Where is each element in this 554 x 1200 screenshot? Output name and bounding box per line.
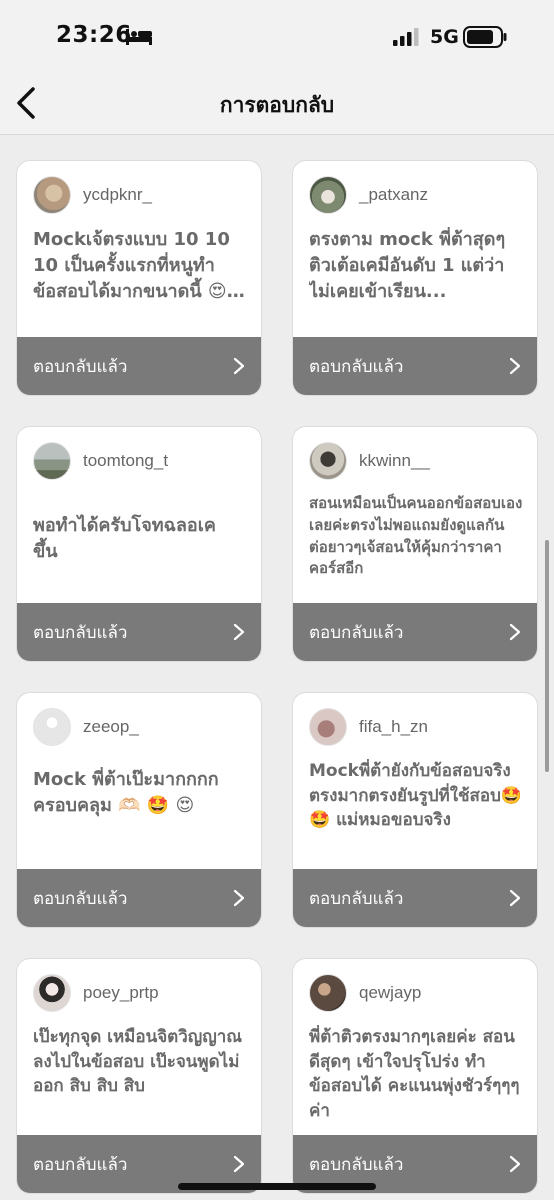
replied-button[interactable]: ตอบกลับแล้ว	[17, 337, 261, 395]
review-card[interactable]: toomtong_t พอทำได้ครับโจทฉลอเคขึ้น ตอบกล…	[16, 426, 262, 662]
replied-label: ตอบกลับแล้ว	[33, 1154, 128, 1175]
avatar	[33, 974, 71, 1012]
card-header: toomtong_t	[33, 441, 251, 481]
card-header: _patxanz	[309, 175, 527, 215]
avatar	[33, 708, 71, 746]
replied-button[interactable]: ตอบกลับแล้ว	[17, 603, 261, 661]
review-card[interactable]: ycdpknr_ Mockเจ้ตรงแบบ 10 10 10 เป็นครั้…	[16, 160, 262, 396]
username: fifa_h_zn	[359, 717, 428, 736]
review-card[interactable]: zeeop_ Mock พี่ต้าเป๊ะมากกกก ครอบคลุม 🫶🏻…	[16, 692, 262, 928]
review-card[interactable]: poey_prtp เป๊ะทุกจุด เหมือนจิตวิญญาณลงไป…	[16, 958, 262, 1194]
review-text: Mock พี่ต้าเป๊ะมากกกก ครอบคลุม 🫶🏻 🤩 😍	[33, 769, 219, 817]
status-bar: 23:26 5G	[0, 0, 554, 75]
status-time: 23:26	[56, 22, 132, 48]
avatar	[33, 176, 71, 214]
chevron-right-icon	[509, 1155, 521, 1173]
username: _patxanz	[359, 185, 428, 204]
card-header: ycdpknr_	[33, 175, 251, 215]
review-text: เป๊ะทุกจุด เหมือนจิตวิญญาณลงไปในข้อสอบ เ…	[33, 1027, 243, 1097]
chevron-right-icon	[233, 357, 245, 375]
username: qewjayp	[359, 983, 422, 1002]
chevron-right-icon	[509, 357, 521, 375]
card-header: qewjayp	[309, 973, 527, 1013]
replied-label: ตอบกลับแล้ว	[309, 622, 404, 643]
username: zeeop_	[83, 717, 139, 736]
review-text: Mockพี่ต้ายังกับข้อสอบจริง ตรงมากตรงยันร…	[309, 761, 523, 831]
card-header: zeeop_	[33, 707, 251, 747]
replied-label: ตอบกลับแล้ว	[33, 888, 128, 909]
chevron-right-icon	[233, 889, 245, 907]
review-text: พี่ต้าติวตรงมากๆเลยค่ะ สอนดีสุดๆ เข้าใจป…	[309, 1027, 520, 1121]
replied-label: ตอบกลับแล้ว	[309, 356, 404, 377]
username: poey_prtp	[83, 983, 159, 1002]
avatar	[309, 974, 347, 1012]
page-title: การตอบกลับ	[219, 93, 335, 117]
cellular-signal-icon	[393, 28, 419, 46]
avatar	[309, 708, 347, 746]
bed-icon	[126, 29, 152, 45]
reviews-grid: ycdpknr_ Mockเจ้ตรงแบบ 10 10 10 เป็นครั้…	[0, 136, 554, 1200]
replied-label: ตอบกลับแล้ว	[309, 888, 404, 909]
username: toomtong_t	[83, 451, 169, 470]
navigation-bar: การตอบกลับ	[0, 75, 554, 135]
chevron-right-icon	[233, 623, 245, 641]
scroll-indicator[interactable]	[545, 540, 549, 772]
username: ycdpknr_	[83, 185, 152, 204]
battery-icon	[463, 26, 507, 48]
home-indicator[interactable]	[178, 1183, 376, 1190]
review-card[interactable]: qewjayp พี่ต้าติวตรงมากๆเลยค่ะ สอนดีสุดๆ…	[292, 958, 538, 1194]
replied-button[interactable]: ตอบกลับแล้ว	[293, 603, 537, 661]
replied-label: ตอบกลับแล้ว	[33, 356, 128, 377]
review-card[interactable]: _patxanz ตรงตาม mock พี่ต้าสุดๆ ติวเต้อเ…	[292, 160, 538, 396]
review-text: Mockเจ้ตรงแบบ 10 10 10 เป็นครั้งแรกที่หน…	[33, 229, 230, 303]
card-header: fifa_h_zn	[309, 707, 527, 747]
chevron-right-icon	[509, 623, 521, 641]
review-card[interactable]: fifa_h_zn Mockพี่ต้ายังกับข้อสอบจริง ตรง…	[292, 692, 538, 928]
avatar	[33, 442, 71, 480]
replied-button[interactable]: ตอบกลับแล้ว	[293, 869, 537, 927]
review-card[interactable]: kkwinn__ สอนเหมือนเป็นคนออกข้อสอบเองเลยค…	[292, 426, 538, 662]
card-header: kkwinn__	[309, 441, 527, 481]
avatar	[309, 176, 347, 214]
username: kkwinn__	[359, 451, 430, 470]
replied-label: ตอบกลับแล้ว	[33, 622, 128, 643]
network-type: 5G	[430, 26, 459, 48]
chevron-right-icon	[233, 1155, 245, 1173]
avatar	[309, 442, 347, 480]
chevron-right-icon	[509, 889, 521, 907]
replied-label: ตอบกลับแล้ว	[309, 1154, 404, 1175]
card-header: poey_prtp	[33, 973, 251, 1013]
replied-button[interactable]: ตอบกลับแล้ว	[17, 869, 261, 927]
replied-button[interactable]: ตอบกลับแล้ว	[293, 337, 537, 395]
review-text: พอทำได้ครับโจทฉลอเคขึ้น	[33, 515, 216, 563]
review-text: ตรงตาม mock พี่ต้าสุดๆ ติวเต้อเคมีอันดับ…	[309, 229, 506, 303]
review-text: สอนเหมือนเป็นคนออกข้อสอบเองเลยค่ะตรงไม่พ…	[309, 494, 523, 578]
